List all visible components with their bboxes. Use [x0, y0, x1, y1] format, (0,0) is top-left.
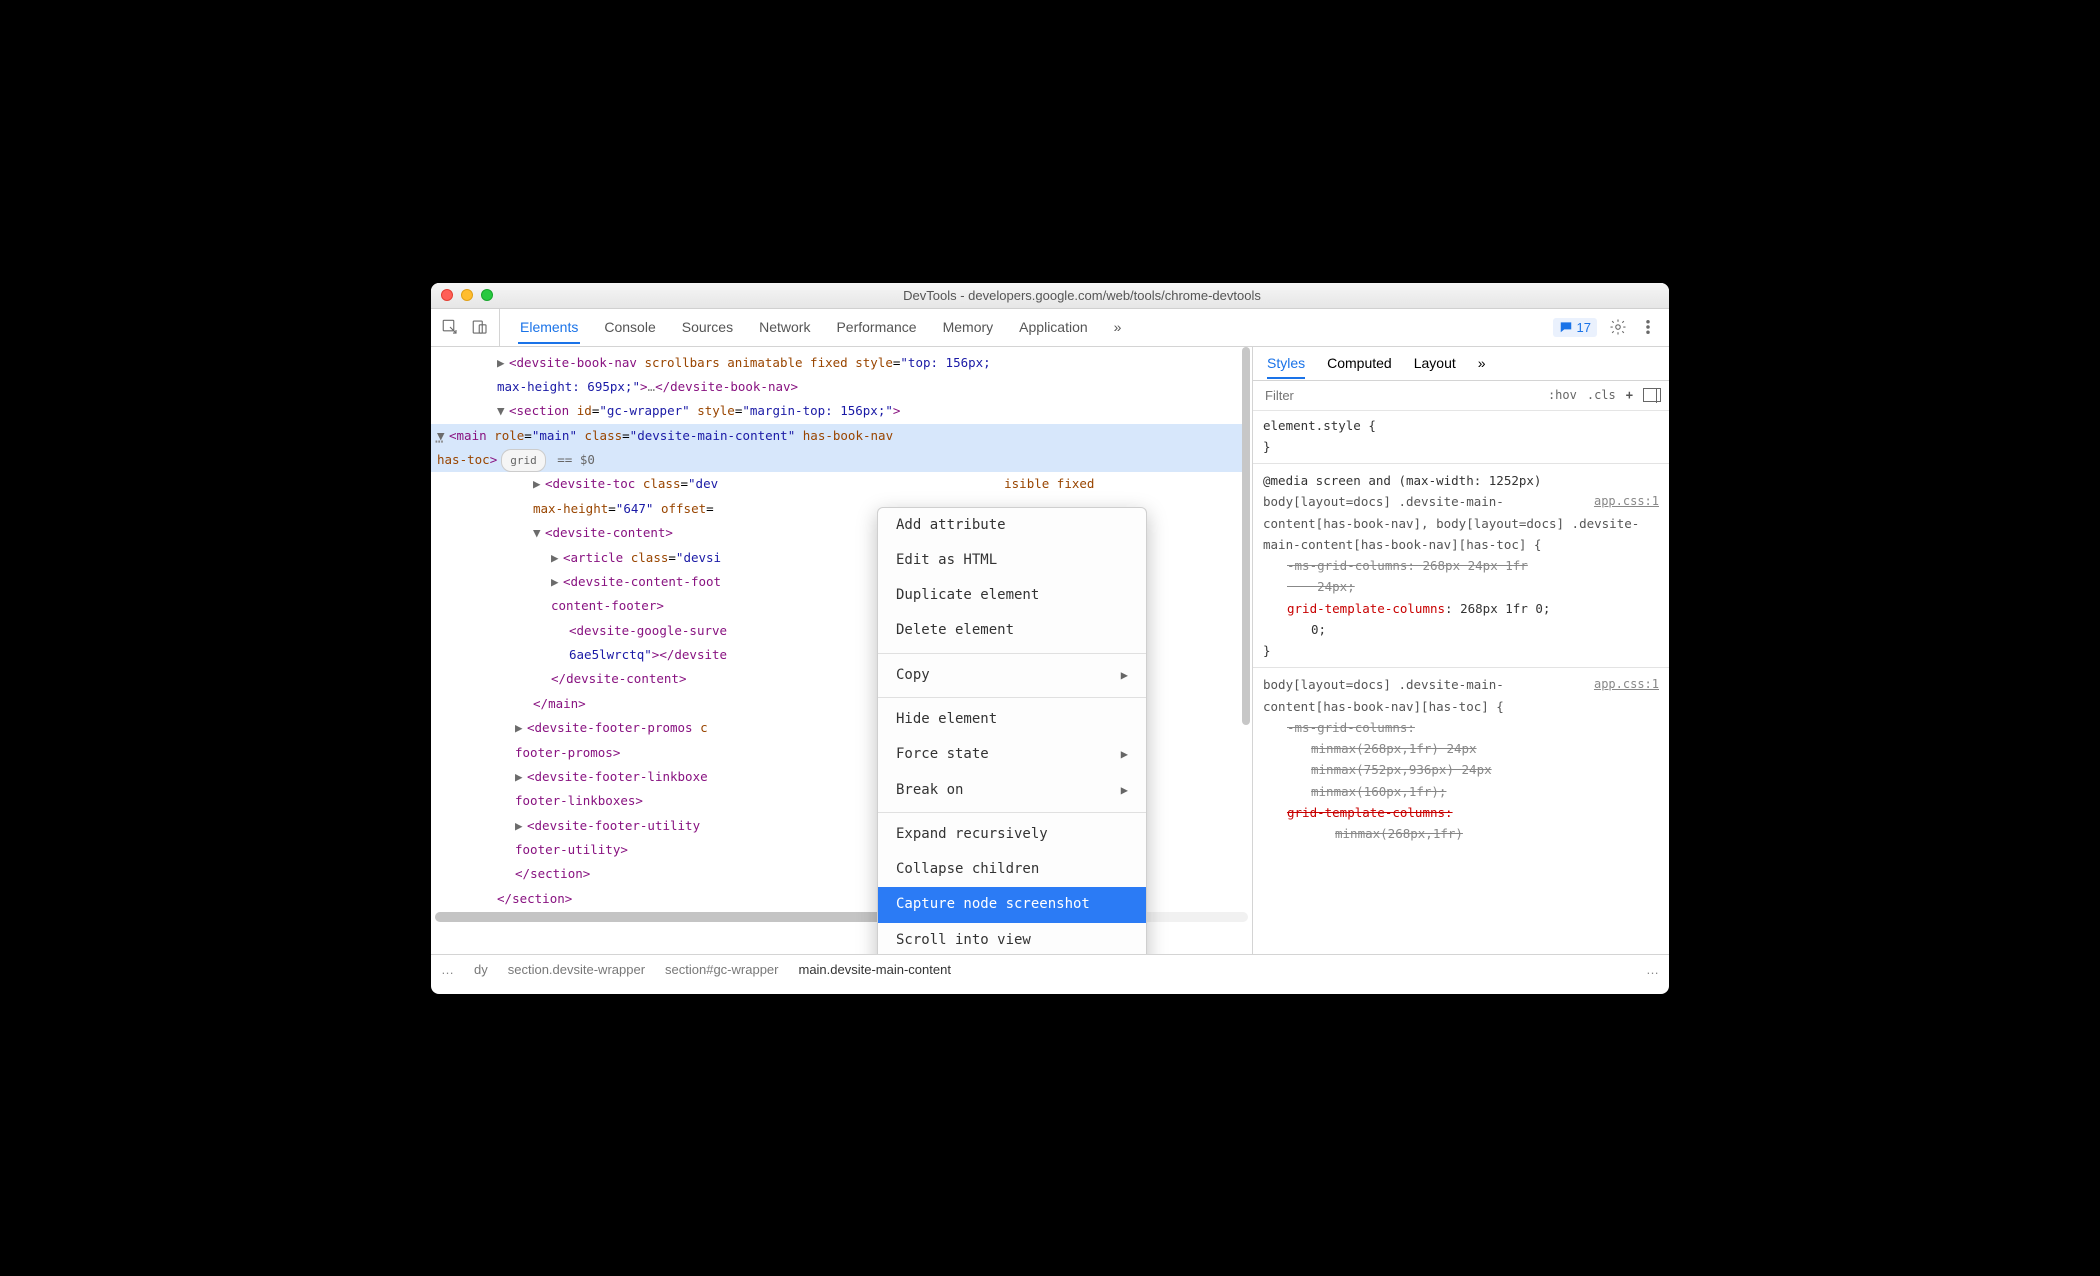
devtools-toolbar: Elements Console Sources Network Perform… — [431, 309, 1669, 347]
dom-node[interactable]: ▶<devsite-toc class="dev isible fixed — [437, 472, 1246, 496]
minimize-window-icon[interactable] — [461, 289, 473, 301]
ctx-hide-element[interactable]: Hide element — [878, 702, 1146, 737]
grid-pill[interactable]: grid — [501, 449, 546, 472]
styles-tab-layout[interactable]: Layout — [1414, 355, 1456, 371]
dom-node-cont[interactable]: max-height: 695px;">…</devsite-book-nav> — [437, 375, 1246, 399]
ctx-break-on[interactable]: Break on▶ — [878, 773, 1146, 808]
breadcrumb-item[interactable]: dy — [474, 962, 488, 977]
hov-toggle[interactable]: :hov — [1548, 388, 1577, 402]
tabs-overflow[interactable]: » — [1112, 319, 1124, 335]
ctx-expand-recursively[interactable]: Expand recursively — [878, 817, 1146, 852]
ctx-delete-element[interactable]: Delete element — [878, 613, 1146, 648]
dom-node[interactable]: ▶<devsite-book-nav scrollbars animatable… — [437, 351, 1246, 375]
media-query: @media screen and (max-width: 1252px) — [1263, 470, 1659, 491]
rule-source-link[interactable]: app.css:1 — [1594, 674, 1659, 694]
computed-toggle-icon[interactable] — [1643, 388, 1661, 402]
elements-panel[interactable]: ⋯ ▶<devsite-book-nav scrollbars animatab… — [431, 347, 1253, 954]
styles-filter-row: :hov .cls + — [1253, 381, 1669, 411]
context-menu: Add attributeEdit as HTMLDuplicate eleme… — [877, 507, 1147, 954]
vertical-scrollbar[interactable] — [1240, 347, 1252, 725]
styles-rules[interactable]: element.style { } @media screen and (max… — [1253, 411, 1669, 954]
ctx-duplicate-element[interactable]: Duplicate element — [878, 578, 1146, 613]
cls-toggle[interactable]: .cls — [1587, 388, 1616, 402]
more-icon[interactable] — [1639, 318, 1657, 336]
styles-tabs-overflow[interactable]: » — [1478, 355, 1486, 371]
new-rule-button[interactable]: + — [1626, 388, 1633, 402]
ctx-copy[interactable]: Copy▶ — [878, 658, 1146, 693]
gutter-ellipsis: ⋯ — [435, 429, 443, 456]
maximize-window-icon[interactable] — [481, 289, 493, 301]
dom-node[interactable]: ▼<section id="gc-wrapper" style="margin-… — [437, 399, 1246, 423]
element-style-open: element.style { — [1263, 415, 1659, 436]
tab-application[interactable]: Application — [1017, 319, 1090, 335]
breadcrumb-ellipsis-right[interactable]: … — [1646, 962, 1659, 977]
styles-filter-input[interactable] — [1261, 386, 1538, 405]
ctx-force-state[interactable]: Force state▶ — [878, 737, 1146, 772]
tab-console[interactable]: Console — [602, 319, 657, 335]
ctx-edit-as-html[interactable]: Edit as HTML — [878, 543, 1146, 578]
struck-decl: -ms-grid-columns: — [1287, 720, 1415, 735]
styles-tab-computed[interactable]: Computed — [1327, 355, 1392, 371]
close-window-icon[interactable] — [441, 289, 453, 301]
message-icon — [1559, 320, 1573, 334]
ctx-capture-node-screenshot[interactable]: Capture node screenshot — [878, 887, 1146, 922]
breadcrumb-item[interactable]: section#gc-wrapper — [665, 962, 778, 977]
element-style-close: } — [1263, 436, 1659, 457]
breadcrumb-item-current[interactable]: main.devsite-main-content — [798, 962, 950, 977]
tab-elements[interactable]: Elements — [518, 319, 580, 344]
titlebar: DevTools - developers.google.com/web/too… — [431, 283, 1669, 309]
breadcrumb-ellipsis-left[interactable]: … — [441, 962, 454, 977]
inspect-icon[interactable] — [441, 318, 459, 336]
rule-selector: body[layout=docs] .devsite-main-content[… — [1263, 677, 1504, 713]
device-toggle-icon[interactable] — [471, 318, 489, 336]
ctx-collapse-children[interactable]: Collapse children — [878, 852, 1146, 887]
errors-count: 17 — [1577, 320, 1591, 335]
rule-close: } — [1263, 640, 1659, 661]
dom-node-selected-cont[interactable]: has-toc>grid == $0 — [431, 448, 1246, 472]
tab-sources[interactable]: Sources — [680, 319, 735, 335]
css-val: 268px 1fr 0; — [1460, 601, 1550, 616]
breadcrumb-bar: … dy section.devsite-wrapper section#gc-… — [431, 954, 1669, 984]
panel-tabs: Elements Console Sources Network Perform… — [500, 309, 1541, 346]
ctx-add-attribute[interactable]: Add attribute — [878, 508, 1146, 543]
ctx-scroll-into-view[interactable]: Scroll into view — [878, 923, 1146, 954]
tab-memory[interactable]: Memory — [941, 319, 996, 335]
breadcrumb-item[interactable]: section.devsite-wrapper — [508, 962, 645, 977]
styles-panel: Styles Computed Layout » :hov .cls + ele… — [1253, 347, 1669, 954]
window-title: DevTools - developers.google.com/web/too… — [505, 288, 1659, 303]
css-prop: grid-template-columns: — [1287, 805, 1453, 820]
tab-performance[interactable]: Performance — [834, 319, 918, 335]
dom-node-selected[interactable]: ▼<main role="main" class="devsite-main-c… — [431, 424, 1246, 448]
css-prop: grid-template-columns — [1287, 601, 1445, 616]
struck-decl: -ms-grid-columns: 268px 24px 1fr 24px; — [1287, 558, 1528, 594]
errors-badge[interactable]: 17 — [1553, 318, 1597, 337]
window-controls — [441, 289, 493, 301]
tab-network[interactable]: Network — [757, 319, 812, 335]
devtools-window: DevTools - developers.google.com/web/too… — [431, 283, 1669, 994]
rule-selector: body[layout=docs] .devsite-main-content[… — [1263, 494, 1639, 552]
styles-tab-styles[interactable]: Styles — [1267, 355, 1305, 379]
styles-tabs: Styles Computed Layout » — [1253, 347, 1669, 381]
main-split: ⋯ ▶<devsite-book-nav scrollbars animatab… — [431, 347, 1669, 954]
rule-source-link[interactable]: app.css:1 — [1594, 491, 1659, 511]
settings-icon[interactable] — [1609, 318, 1627, 336]
